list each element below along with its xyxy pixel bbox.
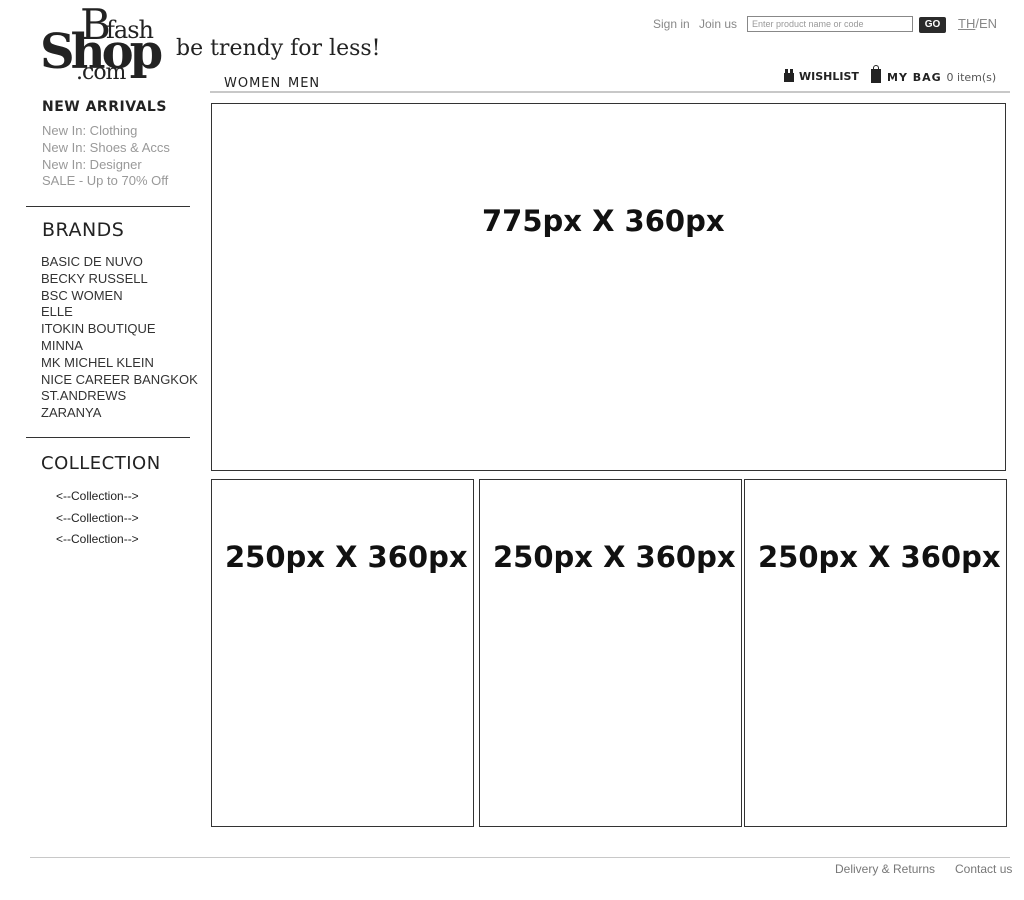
new-arrivals-list: New In: Clothing New In: Shoes & Accs Ne… bbox=[42, 123, 170, 190]
brand-item[interactable]: ELLE bbox=[41, 304, 198, 321]
brand-item[interactable]: BASIC DE NUVO bbox=[41, 254, 198, 271]
brand-item[interactable]: BECKY RUSSELL bbox=[41, 271, 198, 288]
bag-count: 0 item(s) bbox=[946, 71, 997, 84]
lang-th-link[interactable]: TH bbox=[958, 16, 975, 31]
brands-list: BASIC DE NUVO BECKY RUSSELL BSC WOMEN EL… bbox=[41, 254, 198, 422]
brand-item[interactable]: MK MICHEL KLEIN bbox=[41, 355, 198, 372]
brands-title: BRANDS bbox=[42, 219, 125, 241]
brand-item[interactable]: ST.ANDREWS bbox=[41, 388, 198, 405]
delivery-returns-link[interactable]: Delivery & Returns bbox=[835, 862, 935, 876]
wishlist-label: WISHLIST bbox=[799, 70, 859, 83]
search-go-button[interactable]: GO bbox=[919, 17, 946, 33]
site-logo[interactable]: B fash Shop .com bbox=[40, 0, 165, 88]
collection-item[interactable]: <--Collection--> bbox=[56, 486, 139, 508]
new-arrivals-item[interactable]: SALE - Up to 70% Off bbox=[42, 173, 170, 190]
promo-tile-label: 250px X 360px bbox=[758, 540, 1001, 574]
promo-tile[interactable]: 250px X 360px bbox=[479, 479, 742, 827]
promo-tile-label: 250px X 360px bbox=[493, 540, 736, 574]
logo-com: .com bbox=[76, 60, 126, 85]
sidebar-divider bbox=[26, 206, 190, 207]
brand-item[interactable]: NICE CAREER BANGKOK bbox=[41, 372, 198, 389]
contact-us-link[interactable]: Contact us bbox=[955, 862, 1012, 876]
nav-women[interactable]: WOMEN bbox=[224, 76, 281, 91]
shopping-bag-icon bbox=[871, 65, 881, 83]
promo-tile[interactable]: 250px X 360px bbox=[744, 479, 1007, 827]
collection-item[interactable]: <--Collection--> bbox=[56, 529, 139, 551]
hero-banner-label: 775px X 360px bbox=[482, 204, 725, 238]
lang-en-link[interactable]: EN bbox=[979, 16, 997, 31]
my-bag-link[interactable]: MY BAG 0 item(s) bbox=[871, 65, 997, 84]
hero-banner[interactable]: 775px X 360px bbox=[211, 103, 1006, 471]
tagline: be trendy for less! bbox=[176, 36, 381, 61]
brand-item[interactable]: ZARANYA bbox=[41, 405, 198, 422]
collection-list: <--Collection--> <--Collection--> <--Col… bbox=[56, 486, 139, 551]
search-input[interactable]: Enter product name or code bbox=[747, 16, 913, 32]
brand-item[interactable]: ITOKIN BOUTIQUE bbox=[41, 321, 198, 338]
join-us-link[interactable]: Join us bbox=[699, 17, 737, 31]
brand-item[interactable]: BSC WOMEN bbox=[41, 288, 198, 305]
collection-title: COLLECTION bbox=[41, 453, 161, 474]
sidebar-divider bbox=[26, 437, 190, 438]
gift-icon bbox=[784, 69, 794, 82]
promo-tile[interactable]: 250px X 360px bbox=[211, 479, 474, 827]
brand-item[interactable]: MINNA bbox=[41, 338, 198, 355]
collection-item[interactable]: <--Collection--> bbox=[56, 508, 139, 530]
footer-divider bbox=[30, 857, 1010, 858]
header-divider bbox=[210, 91, 1010, 93]
new-arrivals-item[interactable]: New In: Designer bbox=[42, 157, 170, 174]
promo-tile-label: 250px X 360px bbox=[225, 540, 468, 574]
sign-in-link[interactable]: Sign in bbox=[653, 17, 690, 31]
bag-label: MY BAG bbox=[887, 71, 942, 84]
language-switcher: TH/EN bbox=[958, 16, 997, 31]
new-arrivals-title: NEW ARRIVALS bbox=[42, 99, 167, 115]
new-arrivals-item[interactable]: New In: Clothing bbox=[42, 123, 170, 140]
new-arrivals-item[interactable]: New In: Shoes & Accs bbox=[42, 140, 170, 157]
wishlist-link[interactable]: WISHLIST bbox=[784, 69, 859, 83]
nav-men[interactable]: MEN bbox=[288, 76, 320, 91]
